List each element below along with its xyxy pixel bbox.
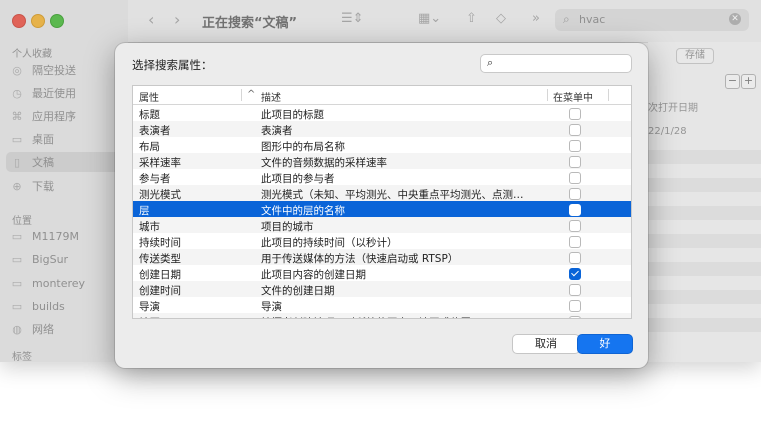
attribute-description: 此项目内容的创建日期	[261, 269, 366, 281]
in-menu-checkbox[interactable]	[569, 220, 581, 232]
attribute-name: 城市	[139, 221, 160, 233]
attribute-description: 此项目的参与者	[261, 173, 335, 185]
attribute-description: 图形中的布局名称	[261, 141, 345, 153]
column-header-attribute[interactable]: 属性	[139, 89, 159, 104]
attribute-name: 持续时间	[139, 237, 181, 249]
in-menu-checkbox[interactable]	[569, 172, 581, 184]
column-header-in-menu[interactable]: 在菜单中	[553, 89, 593, 104]
column-header-description[interactable]: 描述	[261, 89, 281, 104]
in-menu-checkbox[interactable]	[569, 156, 581, 168]
attribute-description: 用于传送媒体的方法（快速启动或 RTSP）	[261, 253, 459, 265]
in-menu-checkbox[interactable]	[569, 108, 581, 120]
attribute-description: 表演者	[261, 125, 293, 137]
attribute-name: 参与者	[139, 173, 171, 185]
attribute-description: 项目的城市	[261, 221, 314, 233]
in-menu-checkbox[interactable]	[569, 140, 581, 152]
table-row[interactable]: 标题 此项目的标题	[133, 105, 631, 121]
search-attributes-dialog: 选择搜索属性： ⌕ 属性 ^ 描述 在菜单中 标题 此项目的标题 表演者 表演者 布局图…	[115, 43, 648, 368]
attribute-name: 导演	[139, 301, 160, 313]
attribute-description: 测光模式（未知、平均测光、中央重点平均测光、点测…	[261, 189, 524, 201]
in-menu-checkbox[interactable]	[569, 268, 581, 280]
ok-button[interactable]: 好	[577, 334, 633, 354]
attribute-description: 文件的音频数据的采样速率	[261, 157, 387, 169]
attribute-description: 导演	[261, 301, 282, 313]
in-menu-checkbox[interactable]	[569, 316, 581, 318]
attribute-name: 传送类型	[139, 253, 181, 265]
table-row[interactable]: 创建时间 文件的创建日期	[133, 281, 631, 297]
table-row[interactable]: 表演者 表演者	[133, 121, 631, 137]
attribute-description: 拍摄者创建该项目时所处的国家、地区或位置	[261, 315, 533, 318]
attribute-description: 此项目的标题	[261, 109, 324, 121]
in-menu-checkbox[interactable]	[569, 204, 581, 216]
table-row[interactable]: 地区 拍摄者创建该项目时所处的国家、地区或位置	[133, 313, 631, 318]
table-row[interactable]: 城市 项目的城市	[133, 217, 631, 233]
sort-ascending-icon: ^	[247, 89, 256, 100]
attributes-table: 属性 ^ 描述 在菜单中 标题 此项目的标题 表演者 表演者 布局 图形中的布局名称 采样速…	[132, 85, 632, 319]
table-row[interactable]: 测光模式 测光模式（未知、平均测光、中央重点平均测光、点测…	[133, 185, 631, 201]
table-row[interactable]: 布局 图形中的布局名称	[133, 137, 631, 153]
table-row[interactable]: 导演 导演	[133, 297, 631, 313]
table-row[interactable]: 创建日期 此项目内容的创建日期	[133, 265, 631, 281]
attribute-name: 测光模式	[139, 189, 181, 201]
attribute-name: 采样速率	[139, 157, 181, 169]
dialog-title: 选择搜索属性：	[132, 58, 213, 72]
attribute-description: 文件的创建日期	[261, 285, 335, 297]
attribute-name: 创建日期	[139, 269, 181, 281]
column-separator	[547, 89, 548, 101]
table-row[interactable]: 采样速率 文件的音频数据的采样速率	[133, 153, 631, 169]
column-separator	[608, 89, 609, 101]
in-menu-checkbox[interactable]	[569, 236, 581, 248]
table-header: 属性 ^ 描述 在菜单中	[133, 86, 631, 105]
table-row[interactable]: 参与者 此项目的参与者	[133, 169, 631, 185]
table-row[interactable]: 层 文件中的层的名称	[133, 201, 631, 217]
attribute-name: 标题	[139, 109, 160, 121]
cancel-button[interactable]: 取消	[512, 334, 580, 354]
in-menu-checkbox[interactable]	[569, 188, 581, 200]
attribute-name: 层	[139, 205, 150, 217]
in-menu-checkbox[interactable]	[569, 284, 581, 296]
attribute-name: 创建时间	[139, 285, 181, 297]
in-menu-checkbox[interactable]	[569, 252, 581, 264]
attribute-name: 地区	[139, 315, 160, 318]
attribute-description: 文件中的层的名称	[261, 205, 345, 217]
in-menu-checkbox[interactable]	[569, 300, 581, 312]
search-icon: ⌕	[487, 56, 494, 69]
attribute-name: 表演者	[139, 125, 171, 137]
table-row[interactable]: 传送类型 用于传送媒体的方法（快速启动或 RTSP）	[133, 249, 631, 265]
attribute-search-input[interactable]: ⌕	[480, 54, 632, 73]
table-row[interactable]: 持续时间 此项目的持续时间（以秒计）	[133, 233, 631, 249]
column-separator	[241, 89, 242, 101]
in-menu-checkbox[interactable]	[569, 124, 581, 136]
attribute-name: 布局	[139, 141, 160, 153]
attribute-description: 此项目的持续时间（以秒计）	[261, 237, 398, 249]
